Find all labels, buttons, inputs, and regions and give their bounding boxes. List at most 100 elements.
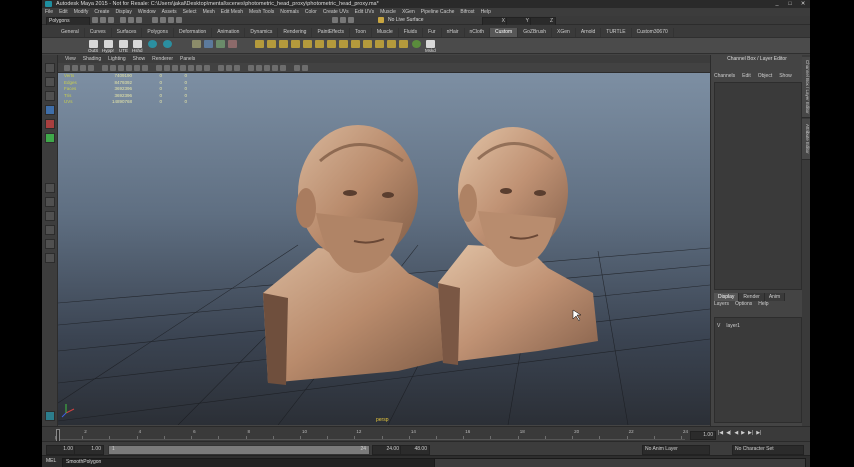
tab-dynamics[interactable]: Dynamics xyxy=(245,28,279,37)
step-back-key-button[interactable]: ◀| xyxy=(726,430,731,436)
render-frame-icon[interactable] xyxy=(332,17,338,23)
cb-menu-object[interactable]: Object xyxy=(758,73,772,79)
mask-shelf-icon[interactable] xyxy=(426,40,435,48)
play-backwards-button[interactable]: ◀ xyxy=(734,430,738,436)
range-bar[interactable]: 1 24 xyxy=(108,445,370,455)
anti-aliasing-icon[interactable] xyxy=(272,65,278,71)
panel-menu-show[interactable]: Show xyxy=(133,55,146,63)
screen-space-ao-icon[interactable] xyxy=(256,65,262,71)
shelf-tool-8-icon[interactable] xyxy=(291,40,300,48)
new-scene-icon[interactable] xyxy=(92,17,98,23)
four-pane-layout-icon[interactable] xyxy=(45,197,55,207)
shelf-tool-1-icon[interactable] xyxy=(192,40,201,48)
go-to-end-button[interactable]: ▶| xyxy=(756,430,761,436)
layer-menu-help[interactable]: Help xyxy=(758,301,768,307)
tab-nhair[interactable]: nHair xyxy=(442,28,465,37)
gamma-icon[interactable] xyxy=(302,65,308,71)
bookmark-icon[interactable] xyxy=(80,65,86,71)
menu-file[interactable]: File xyxy=(45,8,53,16)
maya-sphere-icon[interactable] xyxy=(148,40,157,48)
hud-toggle-icon[interactable] xyxy=(248,65,254,71)
menu-edit-mesh[interactable]: Edit Mesh xyxy=(221,8,243,16)
snap-grid-icon[interactable] xyxy=(152,17,158,23)
field-chart-icon[interactable] xyxy=(134,65,140,71)
menu-xgen[interactable]: XGen xyxy=(402,8,415,16)
tab-ncloth[interactable]: nCloth xyxy=(465,28,490,37)
menu-assets[interactable]: Assets xyxy=(162,8,177,16)
wireframe-icon[interactable] xyxy=(156,65,162,71)
shelf-tool-17-icon[interactable] xyxy=(399,40,408,48)
ambient-occlusion-icon[interactable] xyxy=(204,65,210,71)
tab-animation[interactable]: Animation xyxy=(212,28,246,37)
head-sculpt-left[interactable] xyxy=(263,125,456,385)
shelf-tool-4-icon[interactable] xyxy=(228,40,237,48)
tab-channel-box-layer-editor[interactable]: Channel Box / Layer Editor xyxy=(802,57,810,118)
move-tool-icon[interactable] xyxy=(45,105,55,115)
select-component-icon[interactable] xyxy=(136,17,142,23)
use-lights-icon[interactable] xyxy=(188,65,194,71)
go-to-start-button[interactable]: |◀ xyxy=(718,430,723,436)
uv-editor-shelf-icon[interactable] xyxy=(119,40,128,48)
menu-edit-uvs[interactable]: Edit UVs xyxy=(355,8,374,16)
tab-painteffects[interactable]: PaintEffects xyxy=(312,28,351,37)
shadows-icon[interactable] xyxy=(196,65,202,71)
cb-menu-show[interactable]: Show xyxy=(779,73,792,79)
scale-tool-icon[interactable] xyxy=(45,133,55,143)
select-object-icon[interactable] xyxy=(128,17,134,23)
shelf-tool-3-icon[interactable] xyxy=(216,40,225,48)
shelf-tool-9-icon[interactable] xyxy=(303,40,312,48)
tab-render[interactable]: Render xyxy=(739,293,765,301)
depth-of-field-icon[interactable] xyxy=(280,65,286,71)
head-sculpt-right[interactable] xyxy=(438,127,598,365)
step-forward-key-button[interactable]: ▶| xyxy=(748,430,753,436)
tab-xgen[interactable]: XGen xyxy=(552,28,576,37)
persp-outliner-layout-icon[interactable] xyxy=(45,225,55,235)
tab-fluids[interactable]: Fluids xyxy=(399,28,424,37)
character-set-dropdown[interactable]: No Character Set xyxy=(732,445,804,455)
menu-normals[interactable]: Normals xyxy=(280,8,299,16)
shelf-tool-13-icon[interactable] xyxy=(351,40,360,48)
menu-muscle[interactable]: Muscle xyxy=(380,8,396,16)
tab-polygons[interactable]: Polygons xyxy=(142,28,174,37)
grid-toggle-icon[interactable] xyxy=(102,65,108,71)
tab-custom[interactable]: Custom xyxy=(489,28,519,37)
layer-row[interactable]: V layer1 xyxy=(717,323,740,329)
time-slider[interactable]: 124681012141618202224 1.00 |◀ ◀| ◀ ▶ ▶| … xyxy=(42,426,810,442)
tab-anim[interactable]: Anim xyxy=(764,293,786,301)
tab-toon[interactable]: Toon xyxy=(350,28,372,37)
end-time-field[interactable]: 48.00 xyxy=(400,445,430,455)
shelf-tool-18-icon[interactable] xyxy=(412,40,421,48)
tab-muscle[interactable]: Muscle xyxy=(372,28,399,37)
panel-menu-view[interactable]: View xyxy=(65,55,76,63)
smooth-shade-icon[interactable] xyxy=(164,65,170,71)
command-input[interactable]: SmoothPolygon xyxy=(62,458,437,467)
maya-home-icon[interactable] xyxy=(45,411,55,421)
paint-select-tool-icon[interactable] xyxy=(45,91,55,101)
tab-display[interactable]: Display xyxy=(714,293,740,301)
save-scene-icon[interactable] xyxy=(108,17,114,23)
perspective-viewport[interactable]: Verts 7409190 0 0 Edges 8479392 0 0 Faces 36923… xyxy=(58,73,710,425)
shelf-tool-12-icon[interactable] xyxy=(339,40,348,48)
snap-curve-icon[interactable] xyxy=(160,17,166,23)
shelf-tool-16-icon[interactable] xyxy=(387,40,396,48)
wireframe-on-shaded-icon[interactable] xyxy=(172,65,178,71)
start-time-field[interactable]: 1.00 xyxy=(46,445,76,455)
menu-color[interactable]: Color xyxy=(305,8,317,16)
select-tool-icon[interactable] xyxy=(45,63,55,73)
cb-menu-channels[interactable]: Channels xyxy=(714,73,735,79)
single-pane-layout-icon[interactable] xyxy=(45,183,55,193)
menu-mesh-tools[interactable]: Mesh Tools xyxy=(249,8,274,16)
tab-attribute-editor[interactable]: Attribute Editor xyxy=(802,119,810,160)
shelf-tool-2-icon[interactable] xyxy=(204,40,213,48)
layer-menu-options[interactable]: Options xyxy=(735,301,752,307)
anim-layer-dropdown[interactable]: No Anim Layer xyxy=(642,445,710,455)
tab-deformation[interactable]: Deformation xyxy=(174,28,213,37)
snap-plane-icon[interactable] xyxy=(176,17,182,23)
outliner-shelf-icon[interactable] xyxy=(89,40,98,48)
magnet-icon[interactable] xyxy=(378,17,384,23)
menu-select[interactable]: Select xyxy=(183,8,197,16)
tab-gozbrush[interactable]: GoZBrush xyxy=(518,28,553,37)
lasso-tool-icon[interactable] xyxy=(45,77,55,87)
panel-menu-lighting[interactable]: Lighting xyxy=(108,55,126,63)
textured-icon[interactable] xyxy=(180,65,186,71)
